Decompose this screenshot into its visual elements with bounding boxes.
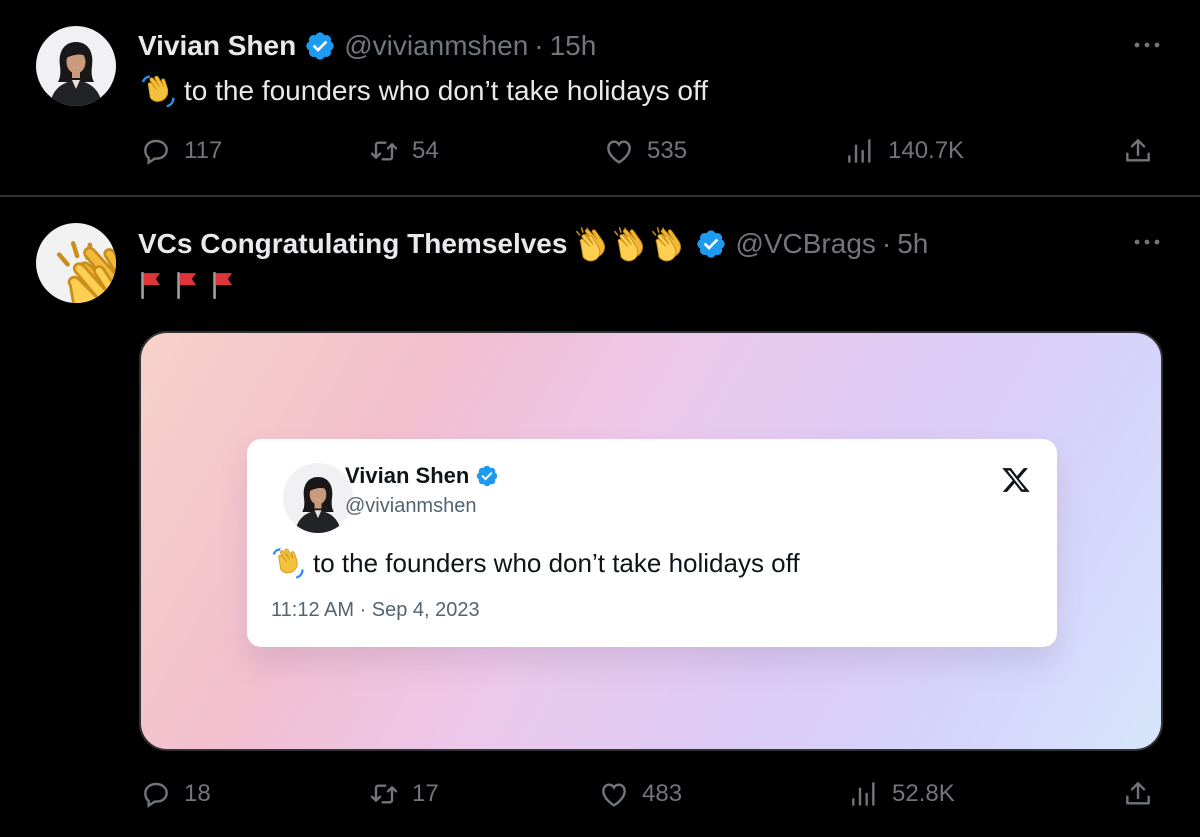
retweet-button[interactable]: 54 (368, 135, 439, 167)
embedded-author-name: Vivian Shen (345, 463, 470, 488)
retweet-icon (368, 778, 400, 810)
avatar[interactable] (36, 26, 116, 106)
separator-dot: · (534, 30, 544, 61)
name-emoji-group (573, 225, 687, 263)
clapping-hands-icon (649, 225, 687, 263)
view-count: 52.8K (892, 780, 955, 807)
tweet-actions: 18 17 483 52.8K (0, 778, 1200, 818)
waving-hand-icon (138, 72, 176, 110)
verified-badge-icon (475, 464, 499, 488)
like-button[interactable]: 535 (603, 135, 687, 167)
reply-icon (140, 778, 172, 810)
share-button[interactable] (1122, 135, 1154, 167)
embedded-tweet-card: Vivian Shen @vivianmshen to the founders… (247, 439, 1057, 647)
tweet-actions: 117 54 535 140.7K (0, 135, 1200, 175)
embedded-tweet-text: to the founders who don’t take holidays … (269, 545, 800, 581)
tweet-header: Vivian Shen @vivianmshen · 15h (138, 28, 596, 64)
tweet-header: VCs Congratulating Themselves @VCBrags ·… (138, 225, 928, 263)
like-count: 483 (642, 780, 683, 807)
verified-badge-icon (695, 228, 727, 260)
author-handle[interactable]: @vivianmshen (344, 28, 528, 64)
tweet-vcbrags[interactable]: VCs Congratulating Themselves @VCBrags ·… (0, 199, 1200, 837)
more-options-icon[interactable] (1132, 40, 1162, 50)
like-button[interactable]: 483 (598, 778, 682, 810)
clapping-hands-icon (573, 225, 611, 263)
media-image[interactable]: Vivian Shen @vivianmshen to the founders… (139, 331, 1163, 751)
x-logo-icon (1001, 465, 1031, 495)
red-flag-icon (174, 269, 200, 301)
heart-icon (598, 778, 630, 810)
embedded-author-handle: @vivianmshen (345, 495, 477, 517)
red-flag-icon (138, 269, 164, 301)
tweet-text-content: to the founders who don’t take holidays … (184, 75, 709, 106)
share-icon (1122, 135, 1154, 167)
timestamp[interactable]: 5h (897, 226, 928, 262)
timestamp[interactable]: 15h (550, 28, 597, 64)
clapping-hands-icon (611, 225, 649, 263)
share-button[interactable] (1122, 778, 1154, 810)
retweet-count: 17 (412, 780, 439, 807)
tweet-vivian-shen[interactable]: Vivian Shen @vivianmshen · 15h to the fo… (0, 0, 1200, 197)
tweet-text (138, 269, 236, 301)
embedded-avatar (283, 463, 353, 533)
author-handle[interactable]: @VCBrags (735, 226, 875, 262)
verified-badge-icon (304, 30, 336, 62)
reply-count: 18 (184, 780, 211, 807)
separator-dot: · (881, 228, 892, 259)
bar-chart-icon (844, 135, 876, 167)
views-button[interactable]: 140.7K (844, 135, 964, 167)
tweet-text: to the founders who don’t take holidays … (138, 72, 708, 110)
heart-icon (603, 135, 635, 167)
retweet-icon (368, 135, 400, 167)
embedded-timestamp: 11:12 AM · Sep 4, 2023 (271, 599, 480, 621)
like-count: 535 (647, 137, 688, 164)
avatar[interactable] (36, 223, 116, 303)
embedded-tweet-text-content: to the founders who don’t take holidays … (313, 547, 800, 578)
reply-button[interactable]: 117 (140, 135, 222, 167)
bar-chart-icon (848, 778, 880, 810)
retweet-button[interactable]: 17 (368, 778, 439, 810)
reply-button[interactable]: 18 (140, 778, 211, 810)
author-name[interactable]: VCs Congratulating Themselves (138, 226, 567, 262)
views-button[interactable]: 52.8K (848, 778, 955, 810)
reply-icon (140, 135, 172, 167)
retweet-count: 54 (412, 137, 439, 164)
view-count: 140.7K (888, 137, 965, 164)
author-name[interactable]: Vivian Shen (138, 28, 296, 64)
more-options-icon[interactable] (1132, 237, 1162, 247)
share-icon (1122, 778, 1154, 810)
red-flag-icon (210, 269, 236, 301)
reply-count: 117 (184, 137, 223, 164)
embedded-author-name-row: Vivian Shen (345, 463, 499, 489)
waving-hand-icon (269, 545, 305, 581)
